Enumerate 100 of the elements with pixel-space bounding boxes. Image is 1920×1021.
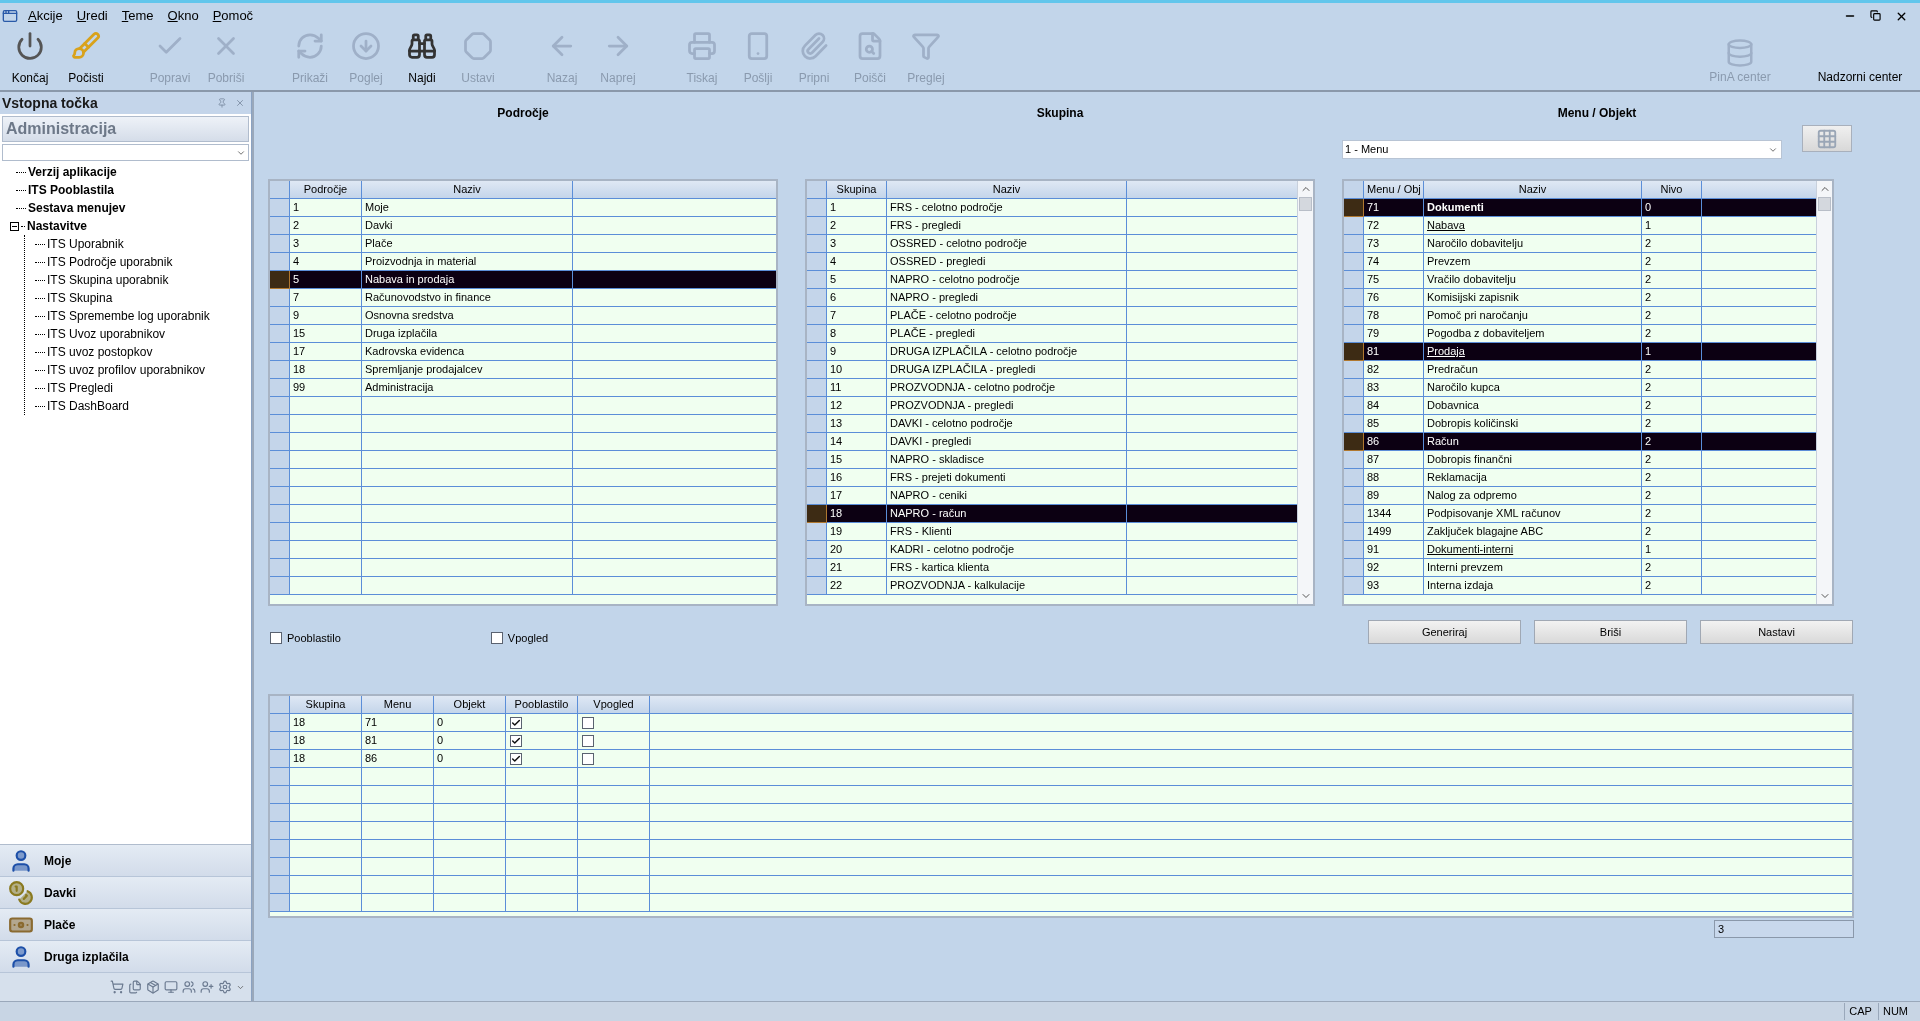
column-header[interactable]: Vpogled [578,696,650,714]
toolbar-button[interactable]: Nadzorni center [1810,29,1910,90]
tree-item[interactable]: ITS Uvoz uporabnikov [47,325,166,343]
table-row[interactable]: 7 PLAČE - celotno področje [807,307,1297,325]
tree-item[interactable]: Nastavitve [27,217,88,235]
nav-item[interactable]: Moje [0,845,251,877]
table-row[interactable]: 88 Reklamacija 2 [1344,469,1816,487]
column-header[interactable]: Skupina [827,181,887,199]
table-row[interactable]: 91 Dokumenti-interni 1 [1344,541,1816,559]
table-row[interactable]: 16 FRS - prejeti dokumenti [807,469,1297,487]
checkbox-label[interactable]: Vpogled [507,630,549,647]
table-row[interactable]: 99 Administracija [270,379,776,397]
table-row[interactable]: 1499 Zaključek blagajne ABC 2 [1344,523,1816,541]
tree-item[interactable]: ITS Skupina uporabnik [47,271,169,289]
nav-item[interactable]: Druga izplačila [0,941,251,973]
column-header[interactable]: Menu / Obj [1364,181,1424,199]
action-button[interactable]: Generiraj [1368,620,1521,644]
column-header[interactable]: Menu [362,696,434,714]
menu-item[interactable]: Okno [167,6,199,26]
table-row[interactable]: 13 DAVKI - celotno področje [807,415,1297,433]
table-row[interactable]: 72 Nabava 1 [1344,217,1816,235]
table-row[interactable]: 2 FRS - pregledi [807,217,1297,235]
table-row[interactable]: 18 Spremljanje prodajalcev [270,361,776,379]
table-row[interactable]: 18 71 0 [270,714,1852,732]
toolbar-button[interactable]: Najdi [394,29,450,89]
menu-item[interactable]: Pomoč [212,6,254,26]
table-row[interactable]: 12 PROZVODNJA - pregledi [807,397,1297,415]
table-row[interactable]: 87 Dobropis finančni 2 [1344,451,1816,469]
tree-item[interactable]: ITS DashBoard [47,397,130,415]
type-select[interactable]: 1 - Menu [1342,140,1782,159]
column-header[interactable]: Pooblastilo [506,696,578,714]
table-row[interactable]: 6 NAPRO - pregledi [807,289,1297,307]
table-row[interactable]: 14 DAVKI - pregledi [807,433,1297,451]
table-row[interactable]: 17 NAPRO - ceniki [807,487,1297,505]
tree-item[interactable]: ITS uvoz profilov uporabnikov [47,361,206,379]
table-row[interactable]: 1 Moje [270,199,776,217]
table-row[interactable]: 18 81 0 [270,732,1852,750]
table-row[interactable]: 5 Nabava in prodaja [270,271,776,289]
toolbar-button[interactable]: Končaj [2,29,58,89]
table-row[interactable]: 4 Proizvodnja in material [270,253,776,271]
table-row[interactable]: 81 Prodaja 1 [1344,343,1816,361]
table-row[interactable]: 11 PROZVODNJA - celotno področje [807,379,1297,397]
table-row[interactable]: 4 OSSRED - pregledi [807,253,1297,271]
column-header[interactable]: Naziv [362,181,573,199]
table-row[interactable]: 22 PROZVODNJA - kalkulacije [807,577,1297,595]
table-row[interactable]: 17 Kadrovska evidenca [270,343,776,361]
column-header[interactable]: Skupina [290,696,362,714]
menu-item[interactable]: Uredi [76,6,108,26]
table-row[interactable]: 1 FRS - celotno področje [807,199,1297,217]
table-row[interactable]: 9 Osnovna sredstva [270,307,776,325]
table-row[interactable]: 15 NAPRO - skladisce [807,451,1297,469]
toolbar-button[interactable]: Počisti [58,29,114,89]
tree-item[interactable]: ITS Skupina [47,289,113,307]
action-button[interactable]: Briši [1534,620,1687,644]
table-row[interactable]: 83 Naročilo kupca 2 [1344,379,1816,397]
table-row[interactable]: 93 Interna izdaja 2 [1344,577,1816,595]
table-row[interactable]: 74 Prevzem 2 [1344,253,1816,271]
table-row[interactable]: 82 Predračun 2 [1344,361,1816,379]
table-row[interactable]: 89 Nalog za odpremo 2 [1344,487,1816,505]
tree-item[interactable]: ITS Spremembe log uporabnik [47,307,210,325]
tree-item[interactable]: ITS Pregledi [47,379,114,397]
table-row[interactable]: 10 DRUGA IZPLAČILA - pregledi [807,361,1297,379]
menu-item[interactable]: Akcije [28,6,63,26]
table-row[interactable]: 73 Naročilo dobavitelju 2 [1344,235,1816,253]
table-row[interactable]: 8 PLAČE - pregledi [807,325,1297,343]
table-row[interactable]: 84 Dobavnica 2 [1344,397,1816,415]
table-row[interactable]: 18 86 0 [270,750,1852,768]
table-row[interactable]: 5 NAPRO - celotno področje [807,271,1297,289]
column-header[interactable]: Nivo [1642,181,1702,199]
nav-item[interactable]: Plače [0,909,251,941]
table-row[interactable]: 15 Druga izplačila [270,325,776,343]
table-row[interactable]: 71 Dokumenti 0 [1344,199,1816,217]
table-row[interactable]: 3 Plače [270,235,776,253]
table-row[interactable]: 86 Račun 2 [1344,433,1816,451]
table-row[interactable]: 2 Davki [270,217,776,235]
checkbox-label[interactable]: Pooblastilo [287,630,341,647]
tree-item[interactable]: ITS Področje uporabnik [47,253,173,271]
table-row[interactable]: 1344 Podpisovanje XML računov 2 [1344,505,1816,523]
table-row[interactable]: 76 Komisijski zapisnik 2 [1344,289,1816,307]
table-row[interactable]: 9 DRUGA IZPLAČILA - celotno področje [807,343,1297,361]
table-row[interactable]: 92 Interni prevzem 2 [1344,559,1816,577]
nav-item[interactable]: Davki [0,877,251,909]
table-row[interactable]: 75 Vračilo dobavitelju 2 [1344,271,1816,289]
table-row[interactable]: 85 Dobropis količinski 2 [1344,415,1816,433]
tree-item[interactable]: ITS uvoz postopkov [47,343,153,361]
table-row[interactable]: 7 Računovodstvo in finance [270,289,776,307]
menu-item[interactable]: Teme [121,6,154,26]
table-row[interactable]: 18 NAPRO - račun [807,505,1297,523]
column-header[interactable]: Objekt [434,696,506,714]
table-row[interactable]: 78 Pomoč pri naročanju 2 [1344,307,1816,325]
column-header[interactable]: Naziv [887,181,1127,199]
tree-item[interactable]: Sestava menujev [28,199,126,217]
action-button[interactable]: Nastavi [1700,620,1853,644]
column-header[interactable]: Področje [290,181,362,199]
table-row[interactable]: 20 KADRI - celotno področje [807,541,1297,559]
tree-item[interactable]: ITS Pooblastila [28,181,114,199]
table-row[interactable]: 3 OSSRED - celotno področje [807,235,1297,253]
table-row[interactable]: 19 FRS - Klienti [807,523,1297,541]
column-header[interactable]: Naziv [1424,181,1642,199]
table-row[interactable]: 79 Pogodba z dobaviteljem 2 [1344,325,1816,343]
